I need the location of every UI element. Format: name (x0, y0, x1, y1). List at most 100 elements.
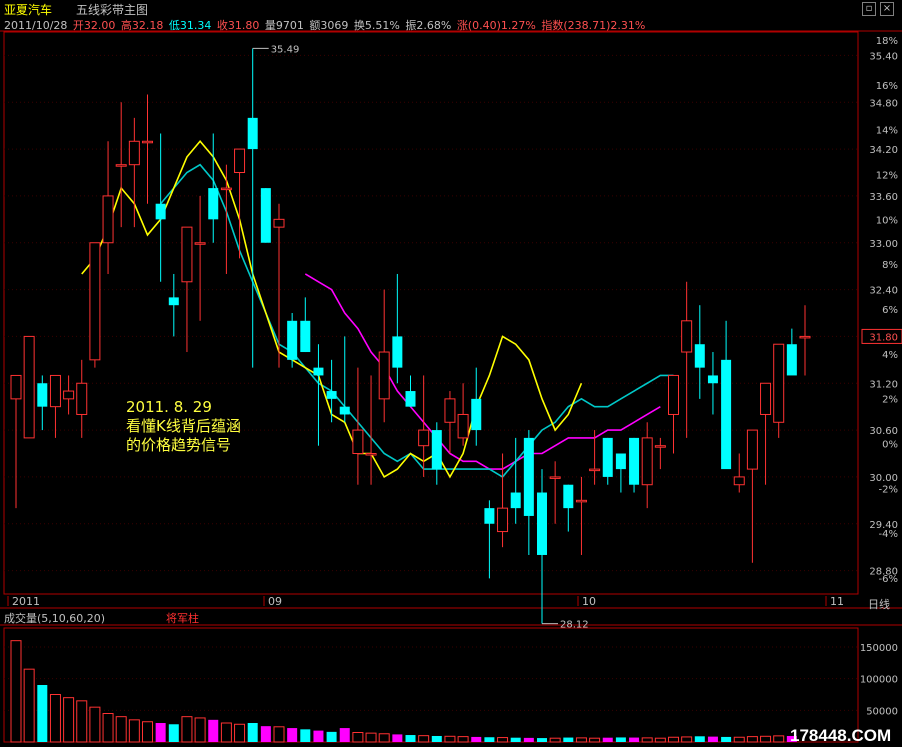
volume-bar (537, 738, 547, 742)
price-label: 35.40 (869, 51, 898, 62)
volume-label: 50000 (866, 706, 898, 717)
candle (523, 430, 534, 555)
price-label: 30.60 (869, 426, 898, 437)
candle (220, 164, 232, 274)
candle-body (142, 140, 153, 144)
percent-label: 14% (876, 126, 898, 137)
price-label: 30.00 (869, 473, 898, 484)
volume-bar (76, 700, 88, 743)
candle (457, 383, 469, 446)
price-label: 34.20 (869, 145, 898, 156)
volume-bar (746, 736, 758, 743)
candle-body (457, 413, 469, 439)
candle (208, 133, 219, 243)
candle (76, 359, 88, 438)
candle-body (339, 406, 350, 415)
volume-bar (668, 736, 679, 743)
volume-bar (102, 713, 114, 743)
candle (300, 297, 311, 353)
candle (602, 437, 613, 485)
candle (681, 281, 693, 438)
candle-body (799, 335, 811, 339)
candle-body (654, 445, 666, 448)
candle-body (23, 335, 35, 439)
volume-bar (49, 694, 61, 743)
current-price-label: 31.80 (869, 332, 898, 343)
candle (10, 374, 22, 509)
candle-body (484, 508, 495, 524)
volume-bar (575, 737, 587, 743)
candle-body (208, 188, 219, 220)
candle (629, 437, 640, 493)
volume-bar (260, 726, 271, 742)
volume-bar (457, 736, 469, 743)
volume-bar (418, 735, 430, 743)
volume-bar (707, 736, 718, 742)
volume-bar (760, 735, 772, 743)
candle-body (629, 437, 640, 485)
candle (168, 273, 179, 337)
candle-body (444, 398, 456, 423)
candle-body (721, 359, 732, 470)
volume-bar (155, 723, 166, 742)
candle (654, 437, 666, 470)
candle-body (63, 390, 75, 400)
volume-bar (629, 737, 640, 742)
candle (471, 367, 482, 446)
volume-bar (615, 737, 626, 742)
volume-bar (128, 719, 140, 743)
candle-body (746, 429, 758, 470)
volume-bar (510, 737, 521, 742)
price-axis: 35.40 34.80 34.20 33.60 33.00 32.40 31.80 31.20… (860, 36, 902, 717)
volume-bar (194, 717, 206, 743)
percent-label: 16% (876, 81, 898, 92)
volume-bar (247, 723, 258, 742)
percent-label: 4% (882, 350, 898, 361)
price-label: 34.80 (869, 98, 898, 109)
volume-bar (37, 685, 48, 742)
price-label: 33.00 (869, 239, 898, 250)
candle (733, 453, 745, 493)
volume-bar (273, 726, 285, 743)
candle (668, 374, 679, 454)
candle-body (405, 391, 416, 407)
price-chart[interactable]: 2011 09 10 11 35.40 34.80 34.20 33.60 33.00 32.4… (0, 0, 902, 747)
price-label: 31.20 (869, 379, 898, 390)
volume-bar (352, 732, 364, 743)
candle (23, 335, 35, 439)
candle (773, 343, 785, 438)
candle-body (115, 164, 127, 167)
candle-body (563, 484, 574, 509)
candle-body (641, 437, 653, 486)
candle (326, 359, 337, 423)
candle-body (273, 218, 285, 228)
volume-bar (365, 732, 377, 743)
volume-bar (773, 735, 785, 743)
candle-body (773, 343, 785, 423)
percent-label: 2% (882, 395, 898, 406)
price-label: 32.40 (869, 286, 898, 297)
candle-body (392, 336, 403, 368)
candle-body (523, 437, 534, 516)
volume-bar (497, 737, 509, 743)
percent-label: 18% (876, 36, 898, 47)
period-tab[interactable]: 日线 (868, 596, 890, 612)
volume-bar (313, 730, 324, 742)
candle (444, 391, 456, 454)
candle-body (615, 453, 626, 470)
annotation-line-2: 看懂K线背后蕴涵 (126, 417, 241, 435)
volume-bar (681, 736, 693, 743)
volume-bar (444, 735, 456, 743)
time-label: 2011 (12, 595, 40, 608)
volume-bar (378, 733, 390, 743)
candle-body (220, 187, 232, 191)
time-label: 11 (830, 595, 844, 608)
low-marker-label: 28.12 (560, 620, 589, 631)
volume-bar (484, 737, 495, 742)
candle (615, 453, 626, 493)
candle-body (49, 374, 61, 408)
candle (786, 328, 797, 376)
candle-body (694, 344, 705, 368)
candle-body (418, 429, 430, 447)
volume-bar (733, 736, 745, 743)
